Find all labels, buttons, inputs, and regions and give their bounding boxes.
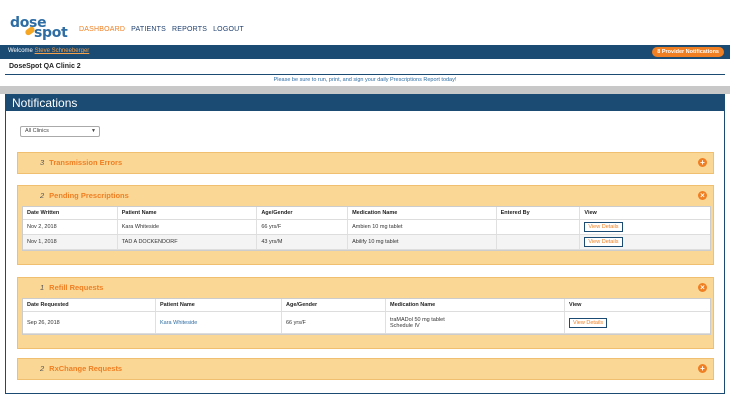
section-label: RxChange Requests xyxy=(49,364,123,373)
medication-schedule: Schedule IV xyxy=(390,322,420,329)
col-patient-name: Patient Name xyxy=(156,299,282,311)
close-circle-icon[interactable]: × xyxy=(698,191,707,200)
pending-prescriptions-table: Date Written Patient Name Age/Gender Med… xyxy=(22,206,711,251)
col-age-gender: Age/Gender xyxy=(257,207,349,219)
section-count: 1 xyxy=(40,283,45,292)
nav-logout[interactable]: LOGOUT xyxy=(213,26,244,33)
section-refill-requests: 1 Refill Requests × Date Requested Patien… xyxy=(17,277,714,349)
refill-requests-table: Date Requested Patient Name Age/Gender M… xyxy=(22,298,711,335)
plus-circle-icon[interactable]: + xyxy=(698,364,707,373)
welcome-message: Welcome Steve Schneeberger xyxy=(8,48,89,54)
cell-age-gender: 43 yrs/M xyxy=(257,235,349,249)
section-count: 3 xyxy=(40,158,45,167)
col-age-gender: Age/Gender xyxy=(282,299,386,311)
cell-medication: traMADol 50 mg tablet Schedule IV xyxy=(386,312,565,333)
table-header-row: Date Written Patient Name Age/Gender Med… xyxy=(23,207,710,220)
top-nav: DASHBOARD PATIENTS REPORTS LOGOUT xyxy=(79,26,244,33)
section-label: Transmission Errors xyxy=(49,158,123,167)
section-label: Refill Requests xyxy=(49,283,104,292)
notifications-panel: Notifications All Clinics ▼ 3 Transmissio… xyxy=(5,94,725,394)
cell-patient: Kara Whiteside xyxy=(156,312,282,333)
separator-bar xyxy=(0,86,730,94)
cell-entered-by xyxy=(497,235,581,249)
table-row: Nov 1, 2018 TAD A DOCKENDORF 43 yrs/M Ab… xyxy=(23,235,710,250)
col-medication-name: Medication Name xyxy=(386,299,565,311)
section-transmission-errors[interactable]: 3 Transmission Errors + xyxy=(17,152,714,174)
cell-patient: TAD A DOCKENDORF xyxy=(118,235,258,249)
nav-reports[interactable]: REPORTS xyxy=(172,26,207,33)
logo-text-spot: spot xyxy=(34,25,68,41)
patient-link[interactable]: Kara Whiteside xyxy=(160,320,197,326)
caret-down-icon: ▼ xyxy=(91,128,96,134)
table-row: Nov 2, 2018 Kara Whiteside 66 yrs/F Ambi… xyxy=(23,220,710,235)
cell-view: View Details xyxy=(580,220,710,234)
dosespot-logo[interactable]: dose spot xyxy=(10,15,72,43)
col-date-written: Date Written xyxy=(23,207,118,219)
col-view: View xyxy=(569,302,582,308)
nav-dashboard[interactable]: DASHBOARD xyxy=(79,26,125,33)
view-details-button[interactable]: View Details xyxy=(584,222,623,232)
section-title[interactable]: 1 Refill Requests xyxy=(40,283,103,292)
col-patient-name: Patient Name xyxy=(118,207,258,219)
section-title[interactable]: 2 Pending Prescriptions xyxy=(40,191,129,200)
cell-date: Nov 2, 2018 xyxy=(23,220,118,234)
provider-notifications-badge[interactable]: 8 Provider Notifications xyxy=(652,47,724,57)
view-details-button[interactable]: View Details xyxy=(584,237,623,247)
cell-date: Sep 26, 2018 xyxy=(23,312,156,333)
report-reminder: Please be sure to run, print, and sign y… xyxy=(273,77,457,83)
view-details-button[interactable]: View Details xyxy=(569,317,608,328)
clinic-filter-value: All Clinics xyxy=(25,128,49,134)
cell-view: View Details xyxy=(580,235,710,249)
cell-date: Nov 1, 2018 xyxy=(23,235,118,249)
cell-age-gender: 66 yrs/F xyxy=(282,312,386,333)
col-entered-by: Entered By xyxy=(497,207,581,219)
col-medication-name: Medication Name xyxy=(348,207,497,219)
cell-patient: Kara Whiteside xyxy=(118,220,258,234)
table-header-row: Date Requested Patient Name Age/Gender M… xyxy=(23,299,710,312)
panel-title: Notifications xyxy=(6,95,724,111)
section-label: Pending Prescriptions xyxy=(49,191,129,200)
user-name-link[interactable]: Steve Schneeberger xyxy=(35,48,90,54)
section-title: 2 RxChange Requests xyxy=(40,364,122,373)
close-circle-icon[interactable]: × xyxy=(698,283,707,292)
cell-medication: Abilify 10 mg tablet xyxy=(348,235,497,249)
section-count: 2 xyxy=(40,364,45,373)
cell-entered-by xyxy=(497,220,581,234)
cell-age-gender: 66 yrs/F xyxy=(257,220,349,234)
divider xyxy=(5,74,725,75)
plus-circle-icon[interactable]: + xyxy=(698,158,707,167)
section-title: 3 Transmission Errors xyxy=(40,158,122,167)
nav-patients[interactable]: PATIENTS xyxy=(131,26,166,33)
section-pending-prescriptions: 2 Pending Prescriptions × Date Written Pa… xyxy=(17,185,714,265)
cell-medication: Ambien 10 mg tablet xyxy=(348,220,497,234)
user-bar: Welcome Steve Schneeberger 8 Provider No… xyxy=(0,45,730,59)
clinic-filter-select[interactable]: All Clinics ▼ xyxy=(20,126,100,137)
welcome-prefix: Welcome xyxy=(8,48,35,54)
section-rxchange-requests[interactable]: 2 RxChange Requests + xyxy=(17,358,714,380)
clinic-name: DoseSpot QA Clinic 2 xyxy=(9,63,81,70)
section-count: 2 xyxy=(40,191,45,200)
cell-view: View Details xyxy=(565,312,710,333)
table-row: Sep 26, 2018 Kara Whiteside 66 yrs/F tra… xyxy=(23,312,710,334)
col-date-requested: Date Requested xyxy=(23,299,156,311)
col-view: View xyxy=(584,210,597,216)
